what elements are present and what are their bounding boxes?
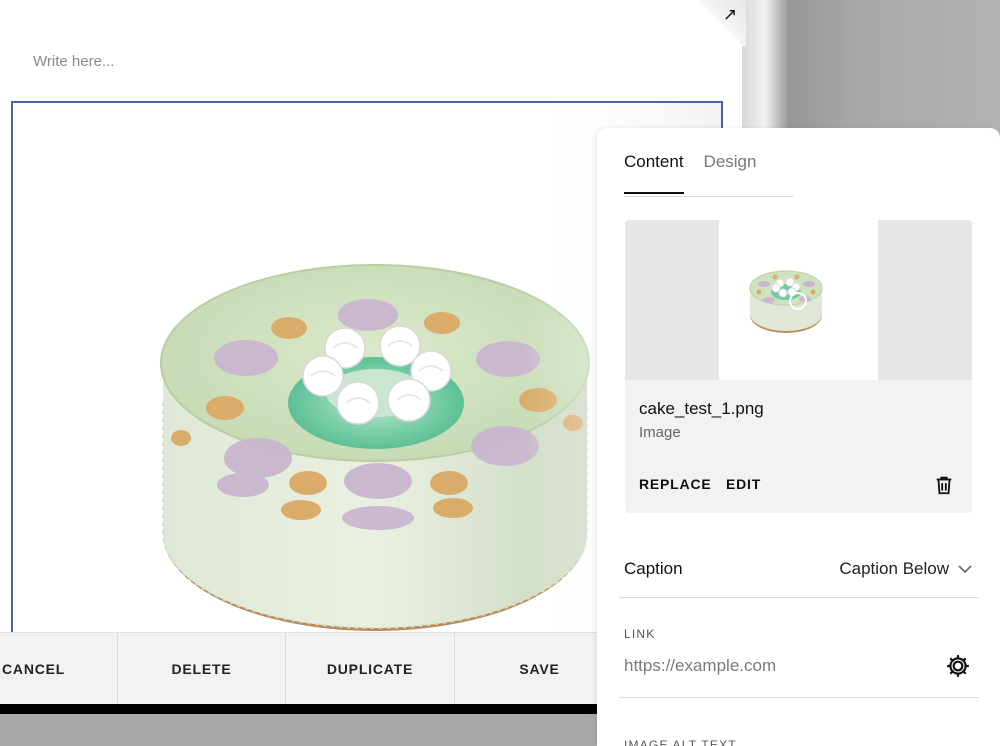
caption-label: Caption: [624, 559, 683, 578]
replace-button[interactable]: REPLACE: [639, 476, 712, 492]
trash-icon[interactable]: [933, 474, 955, 496]
edit-button[interactable]: EDIT: [726, 476, 761, 492]
media-card: cake_test_1.png Image REPLACE EDIT: [625, 220, 972, 513]
link-label: LINK: [624, 627, 656, 641]
tabs-divider: [624, 196, 794, 197]
cancel-button[interactable]: CANCEL: [0, 633, 118, 704]
caption-value: Caption Below: [839, 559, 949, 578]
delete-button[interactable]: DELETE: [118, 633, 286, 704]
expand-arrow-icon[interactable]: ↗: [720, 5, 740, 25]
link-input[interactable]: [624, 656, 924, 676]
image-thumbnail[interactable]: [719, 220, 878, 380]
file-name: cake_test_1.png: [639, 399, 764, 418]
thumbnail-area: [625, 220, 972, 380]
tab-design[interactable]: Design: [704, 152, 757, 194]
image-settings-panel: Content Design cake_test_1.png Image REP…: [597, 128, 1000, 746]
editor-edge: [742, 0, 788, 130]
alt-text-label: IMAGE ALT TEXT: [624, 738, 737, 746]
panel-tabs: Content Design: [624, 152, 756, 194]
tab-content[interactable]: Content: [624, 152, 684, 194]
chevron-down-icon: [958, 565, 972, 574]
caption-row: Caption Caption Below: [619, 548, 979, 598]
text-block-placeholder[interactable]: Write here...: [33, 53, 114, 70]
link-row: [619, 646, 979, 698]
block-toolbar: CANCEL DELETE DUPLICATE SAVE: [0, 632, 624, 704]
thumbnail-cake-image: [749, 270, 823, 333]
file-type: Image: [639, 424, 681, 441]
caption-select[interactable]: Caption Below: [839, 559, 973, 579]
toolbar-shadow-bar: [0, 704, 600, 714]
duplicate-button[interactable]: DUPLICATE: [286, 633, 455, 704]
gear-icon[interactable]: [945, 653, 971, 679]
